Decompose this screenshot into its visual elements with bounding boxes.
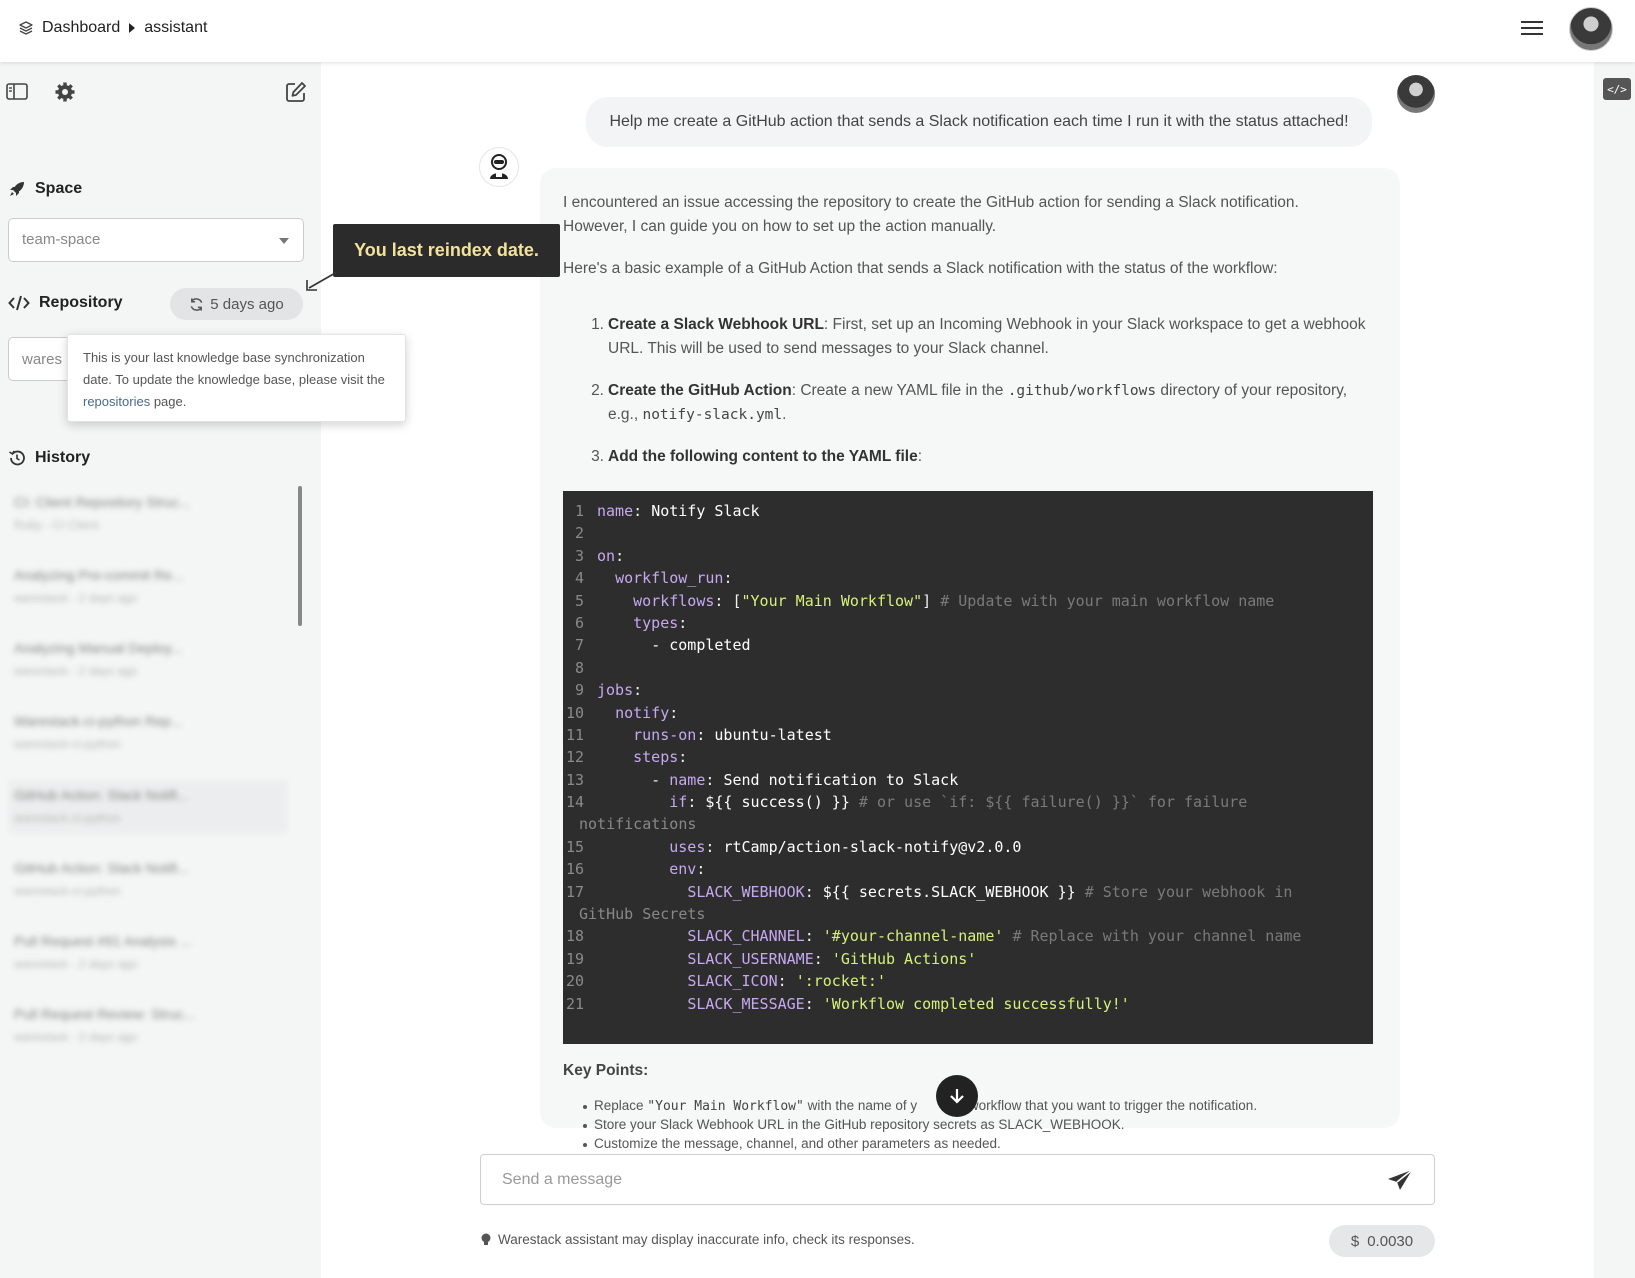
assistant-intro-1: I encountered an issue accessing the rep… — [563, 194, 1299, 235]
message-composer[interactable]: Send a message — [480, 1154, 1435, 1205]
last-sync-badge[interactable]: 5 days ago — [170, 288, 303, 320]
step-3: 3. Add the following content to the YAML… — [591, 448, 923, 465]
history-item[interactable]: Pull Request Review: Struc... warestack -… — [8, 1006, 288, 1066]
disclaimer: Warestack assistant may display inaccura… — [480, 1232, 915, 1247]
tooltip-arrow-icon — [303, 268, 339, 294]
key-point-2: Store your Slack Webhook URL in the GitH… — [582, 1117, 1125, 1132]
message-input[interactable]: Send a message — [502, 1171, 622, 1189]
history-item[interactable]: Pull Request #91 Analysis ... warestack -… — [8, 933, 288, 993]
hamburger-icon[interactable] — [1520, 18, 1544, 38]
history-clock-icon — [8, 449, 26, 467]
settings-gear-icon[interactable] — [54, 81, 76, 103]
key-point-3: Customize the message, channel, and othe… — [583, 1136, 1001, 1151]
history-section-title: History — [8, 449, 90, 467]
code-view-toggle-icon[interactable]: </> — [1603, 78, 1631, 100]
refresh-icon — [189, 297, 204, 312]
layers-icon — [18, 20, 34, 36]
user-message-avatar — [1397, 75, 1435, 113]
key-points-title: Key Points: — [563, 1062, 649, 1079]
user-message: Help me create a GitHub action that send… — [586, 97, 1372, 147]
arrow-down-icon — [947, 1086, 967, 1106]
rocket-icon — [8, 180, 26, 198]
history-item[interactable]: GitHub Action: Slack Notifi... warestack-… — [8, 860, 288, 920]
breadcrumb: Dashboard assistant — [18, 19, 207, 37]
repository-section-title: Repository — [8, 294, 123, 312]
space-section-title: Space — [8, 180, 82, 198]
right-panel — [1594, 62, 1635, 1278]
space-select[interactable]: team-space — [8, 218, 304, 262]
history-item[interactable]: Analyzing Pre-commit Re... warestack - 2 … — [8, 567, 288, 627]
breadcrumb-assistant[interactable]: assistant — [144, 19, 207, 37]
caret-right-icon — [128, 23, 136, 33]
dollar-icon: $ — [1350, 1232, 1360, 1250]
step-1: 1. Create a Slack Webhook URL: First, se… — [591, 316, 1366, 357]
scroll-down-button[interactable] — [936, 1075, 978, 1117]
key-point-1: Replace "Your Main Workflow" with the na… — [582, 1098, 1258, 1114]
assistant-intro-2: Here's a basic example of a GitHub Actio… — [563, 260, 1278, 277]
breadcrumb-dashboard[interactable]: Dashboard — [42, 19, 120, 37]
step-2: 2. Create the GitHub Action: Create a ne… — [591, 382, 1348, 423]
history-item[interactable]: CI: Client Repository Struc... Ruby - CI … — [8, 494, 288, 554]
reindex-tooltip: You last reindex date. — [333, 224, 560, 277]
top-bar: Dashboard assistant — [0, 0, 1635, 62]
new-chat-edit-icon[interactable] — [285, 81, 307, 103]
chevron-down-icon — [279, 238, 289, 244]
send-icon[interactable] — [1386, 1168, 1414, 1192]
history-item[interactable]: Warestack-ci-python Rep... warestack-ci-p… — [8, 713, 288, 773]
yaml-code-block[interactable]: 1 name: Notify Slack 2 3 on: 4 workflow_ru… — [563, 491, 1373, 1044]
code-icon — [8, 295, 30, 311]
history-item-active[interactable]: GitHub Action: Slack Notifi... warestack-… — [8, 780, 288, 834]
history-item[interactable]: Analyzing Manual Deploy... warestack - 2 … — [8, 640, 288, 700]
repositories-link[interactable]: repositories — [83, 394, 150, 409]
sidebar-toggle-icon[interactable] — [5, 81, 29, 101]
cost-badge: $ 0.0030 — [1329, 1225, 1435, 1257]
history-scrollbar[interactable] — [298, 486, 302, 626]
user-avatar[interactable] — [1569, 7, 1613, 51]
lightbulb-icon — [480, 1233, 492, 1247]
sync-info-tooltip: This is your last knowledge base synchro… — [67, 334, 406, 422]
assistant-robot-icon — [479, 147, 519, 187]
